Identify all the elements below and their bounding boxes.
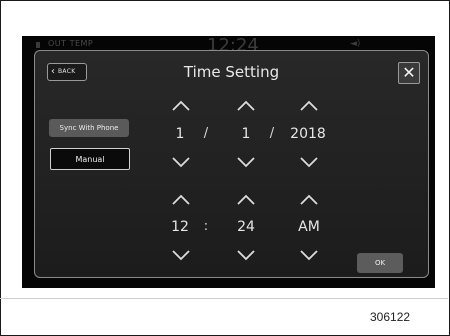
sync-with-phone-button[interactable]: Sync With Phone <box>49 119 129 137</box>
minute-value: 24 <box>237 219 255 235</box>
divider <box>0 298 448 299</box>
dialog-title: Time Setting <box>183 63 280 81</box>
year-value: 2018 <box>290 126 326 142</box>
out-temp-label: OUT TEMP <box>48 39 94 48</box>
close-icon: ✕ <box>402 63 416 82</box>
date-separator: / <box>269 126 275 141</box>
minute-up-icon[interactable] <box>235 193 257 207</box>
volume-icon: ◄) <box>350 39 361 49</box>
ampm-value: AM <box>298 219 320 235</box>
year-down-icon[interactable] <box>298 155 320 169</box>
month-down-icon[interactable] <box>170 155 192 169</box>
minute-down-icon[interactable] <box>235 248 257 262</box>
hour-down-icon[interactable] <box>170 248 192 262</box>
month-up-icon[interactable] <box>170 99 192 113</box>
manual-button[interactable]: Manual <box>50 148 130 170</box>
year-up-icon[interactable] <box>298 99 320 113</box>
close-button[interactable]: ✕ <box>398 62 420 84</box>
day-down-icon[interactable] <box>235 155 257 169</box>
signal-icon <box>36 42 40 48</box>
hour-up-icon[interactable] <box>170 193 192 207</box>
ampm-up-icon[interactable] <box>298 193 320 207</box>
day-value: 1 <box>241 126 251 142</box>
head-unit-screen: OUT TEMP 12: 24 ◄) ‹ BACK Time Setting ✕ … <box>22 35 435 288</box>
ok-button[interactable]: OK <box>357 253 403 273</box>
day-up-icon[interactable] <box>235 99 257 113</box>
ampm-down-icon[interactable] <box>298 248 320 262</box>
time-setting-dialog: ‹ BACK Time Setting ✕ Sync With Phone Ma… <box>34 50 429 278</box>
time-separator: : <box>203 219 209 234</box>
month-value: 1 <box>175 126 185 142</box>
figure-id: 306122 <box>370 310 411 324</box>
date-separator: / <box>203 126 209 141</box>
hour-value: 12 <box>171 219 189 235</box>
